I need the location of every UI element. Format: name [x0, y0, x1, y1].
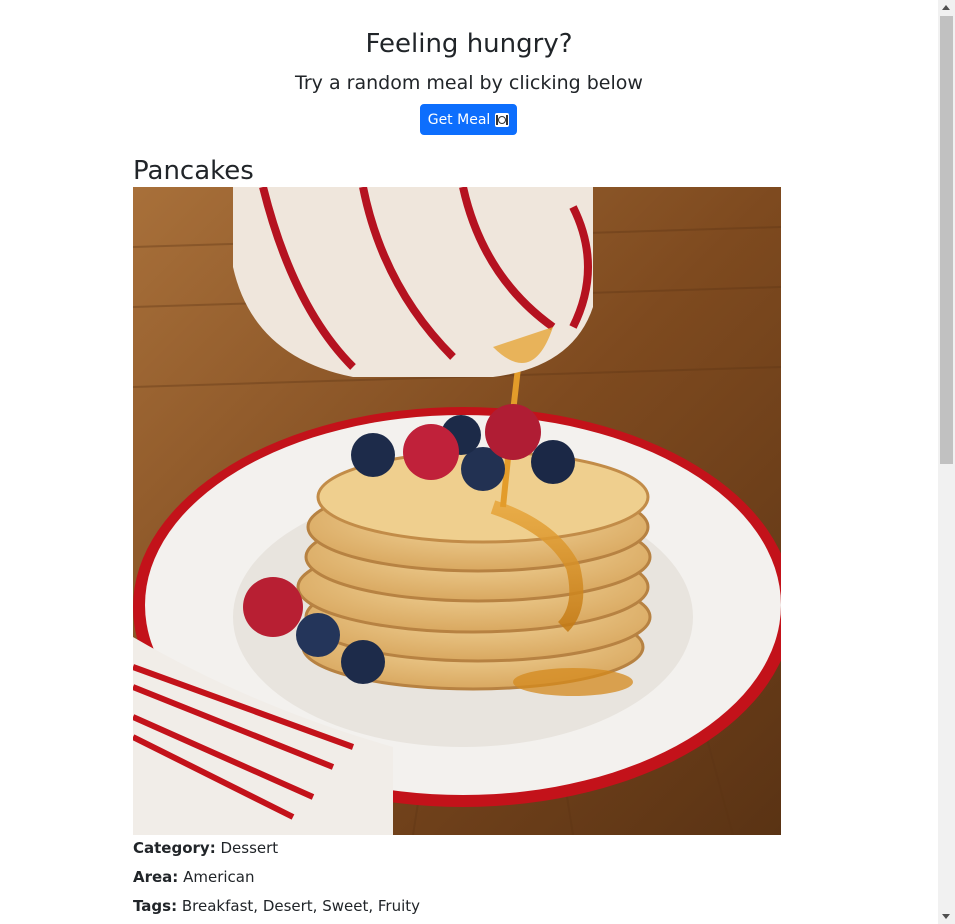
scroll-down-arrow-icon[interactable]	[942, 914, 950, 919]
meal-tags: Tags: Breakfast, Desert, Sweet, Fruity	[133, 896, 420, 916]
scrollbar-thumb[interactable]	[940, 16, 953, 464]
meal-area-value: American	[183, 868, 255, 886]
meal-tags-label: Tags:	[133, 897, 178, 915]
meal-image	[133, 187, 781, 835]
plate-with-cutlery-icon	[495, 112, 510, 127]
scroll-up-arrow-icon[interactable]	[942, 5, 950, 10]
get-meal-button-label: Get Meal	[427, 111, 491, 128]
hero-subtitle: Try a random meal by clicking below	[295, 72, 643, 94]
meal-tags-value: Breakfast, Desert, Sweet, Fruity	[181, 897, 421, 915]
get-meal-button[interactable]: Get Meal	[420, 104, 517, 135]
meal-category: Category: Dessert	[133, 838, 278, 858]
vertical-scrollbar[interactable]	[938, 0, 955, 924]
meal-area: Area: American	[133, 867, 254, 887]
hero-title: Feeling hungry?	[365, 29, 573, 59]
meal-title: Pancakes	[133, 156, 254, 186]
meal-area-label: Area:	[133, 868, 179, 886]
page: Feeling hungry? Try a random meal by cli…	[0, 0, 938, 924]
meal-category-value: Dessert	[220, 839, 279, 857]
meal-category-label: Category:	[133, 839, 216, 857]
